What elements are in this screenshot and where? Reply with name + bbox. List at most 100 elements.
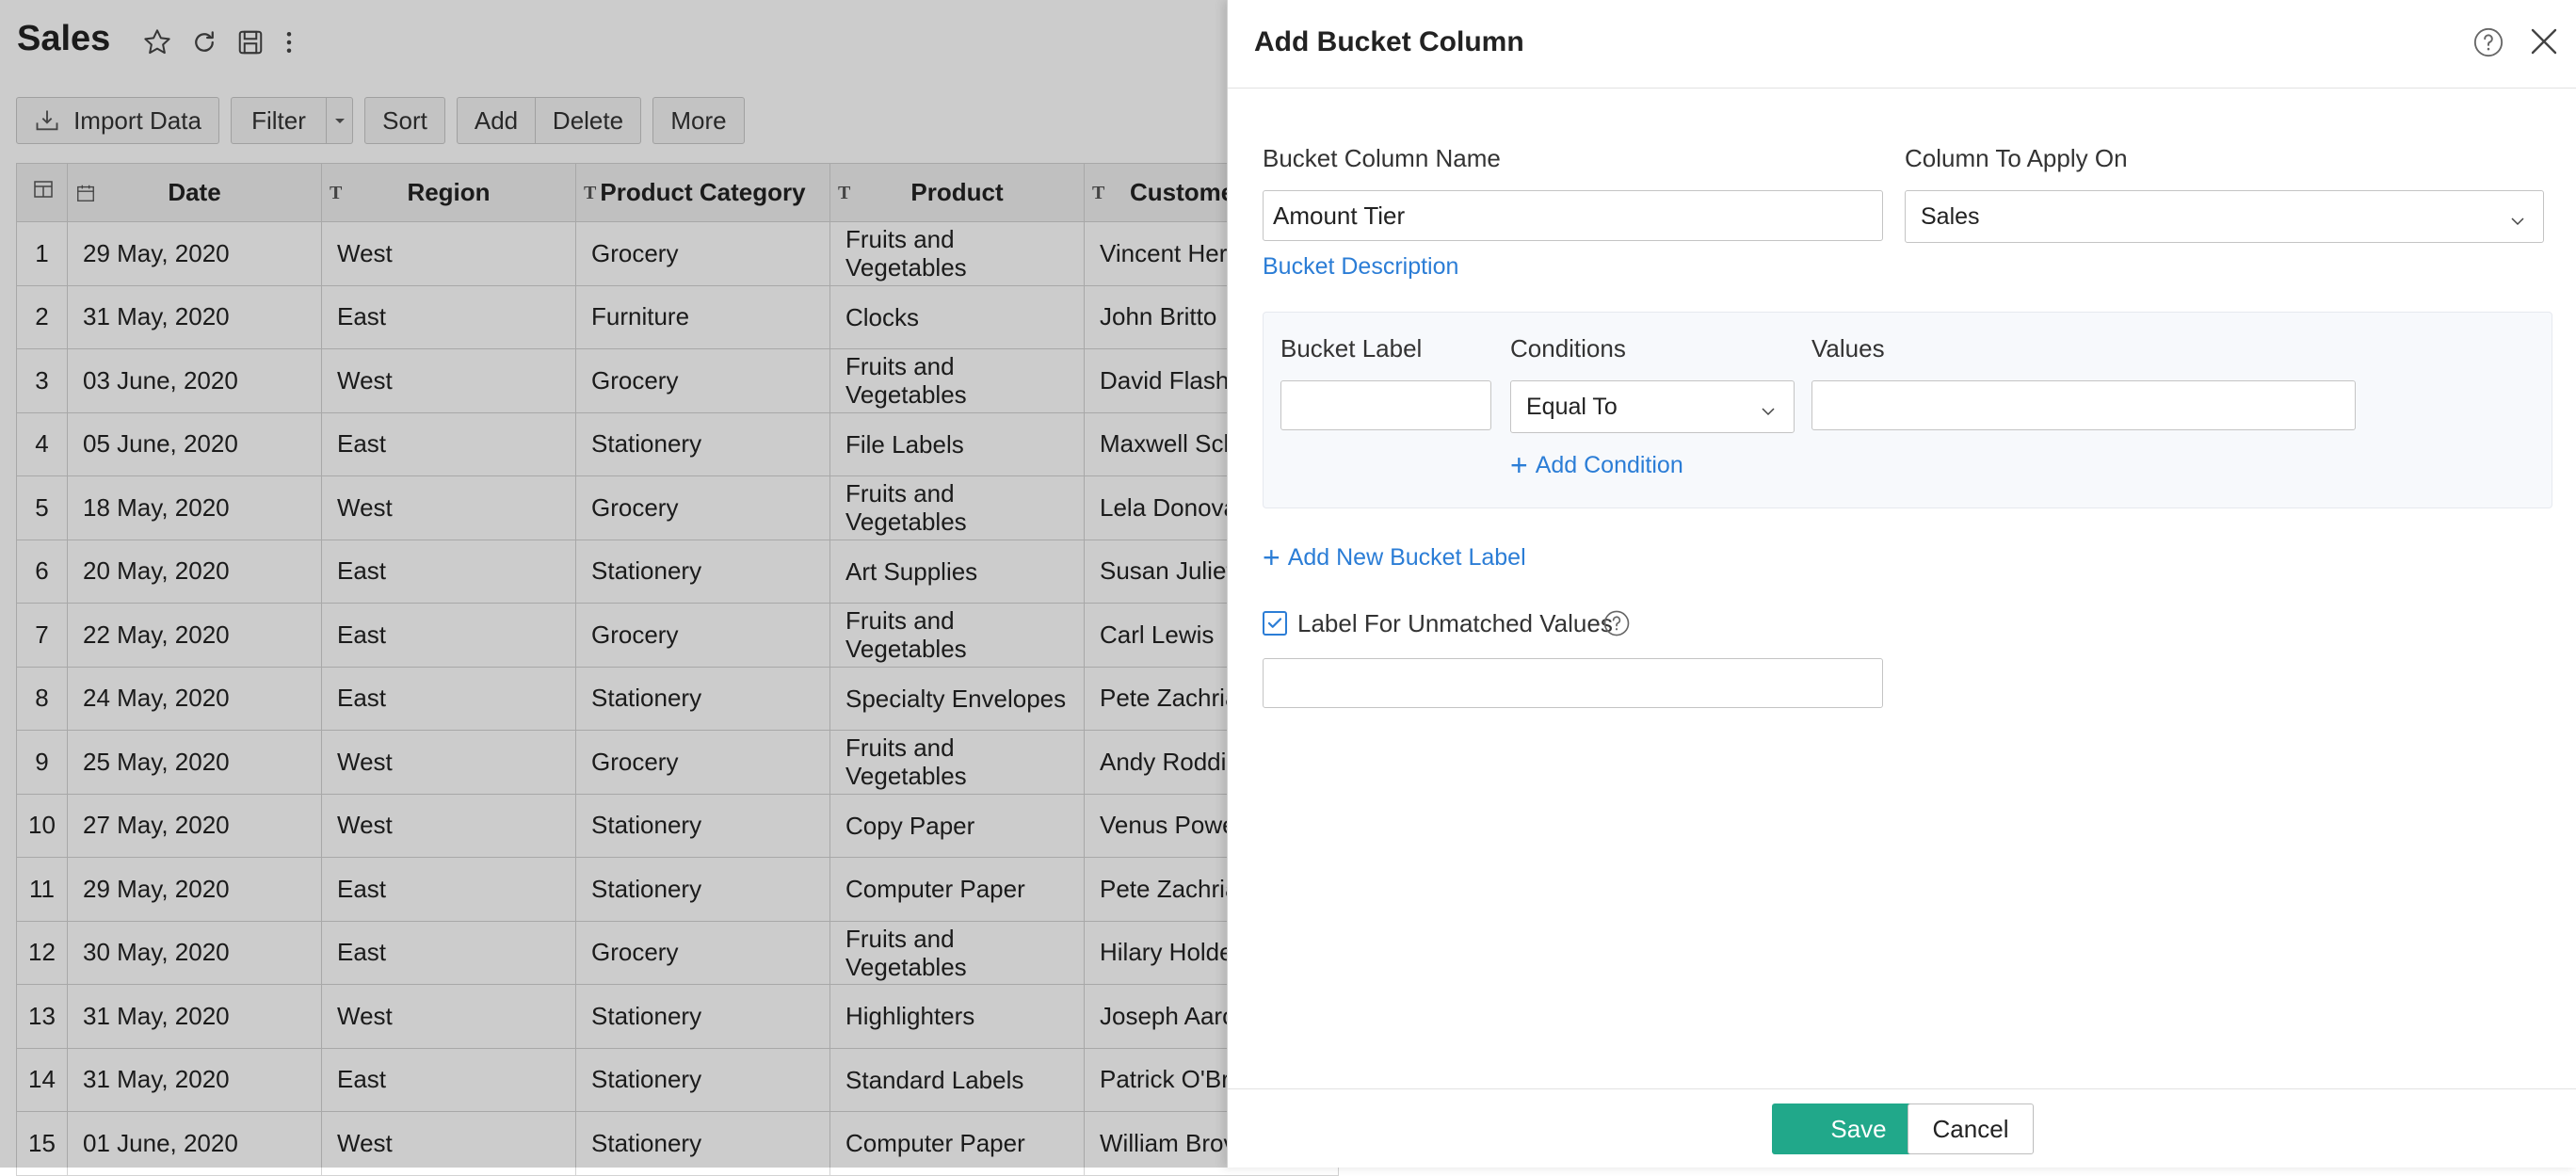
table-cell-category[interactable]: Grocery [575, 348, 830, 413]
row-number[interactable]: 2 [16, 284, 68, 349]
table-row[interactable]: 13 31 May, 2020 West Stationery Highlighters… [16, 984, 1339, 1049]
table-row[interactable]: 3 03 June, 2020 West Grocery Fruits and Vege… [16, 348, 1339, 413]
table-cell-date[interactable]: 25 May, 2020 [67, 730, 322, 795]
table-cell-product[interactable]: Highlighters [829, 984, 1085, 1049]
row-number[interactable]: 3 [16, 348, 68, 413]
table-cell-region[interactable]: West [321, 984, 576, 1049]
column-header-product-category[interactable]: T Product Category [575, 163, 830, 222]
table-row[interactable]: 9 25 May, 2020 West Grocery Fruits and Veget… [16, 730, 1339, 795]
table-cell-date[interactable]: 27 May, 2020 [67, 793, 322, 858]
column-header-product[interactable]: T Product [829, 163, 1085, 222]
table-cell-date[interactable]: 24 May, 2020 [67, 666, 322, 731]
table-cell-product[interactable]: Fruits and Vegetables [829, 920, 1085, 985]
column-header-date[interactable]: Date [67, 163, 322, 222]
table-cell-product[interactable]: Standard Labels [829, 1047, 1085, 1112]
table-cell-product[interactable]: Specialty Envelopes [829, 666, 1085, 731]
bucket-description-link[interactable]: Bucket Description [1263, 253, 1458, 281]
more-vertical-icon[interactable] [273, 26, 305, 58]
table-cell-region[interactable]: East [321, 666, 576, 731]
sort-button[interactable]: Sort [364, 97, 445, 144]
filter-dropdown-button[interactable] [327, 97, 353, 144]
row-number[interactable]: 5 [16, 475, 68, 540]
table-cell-region[interactable]: West [321, 730, 576, 795]
row-number[interactable]: 14 [16, 1047, 68, 1112]
column-to-apply-on-select[interactable]: Sales [1905, 190, 2544, 243]
table-cell-product[interactable]: Computer Paper [829, 1111, 1085, 1176]
table-cell-category[interactable]: Grocery [575, 221, 830, 286]
table-cell-region[interactable]: East [321, 1047, 576, 1112]
help-icon[interactable] [1602, 609, 1631, 637]
table-cell-product[interactable]: Art Supplies [829, 539, 1085, 604]
refresh-icon[interactable] [188, 26, 220, 58]
table-cell-product[interactable]: Fruits and Vegetables [829, 221, 1085, 286]
table-row[interactable]: 12 30 May, 2020 East Grocery Fruits and Vege… [16, 920, 1339, 985]
close-icon[interactable] [2527, 24, 2561, 58]
table-cell-product[interactable]: Copy Paper [829, 793, 1085, 858]
add-button[interactable]: Add [457, 97, 536, 144]
bucket-label-input[interactable] [1280, 380, 1491, 430]
table-cell-date[interactable]: 05 June, 2020 [67, 411, 322, 476]
table-cell-date[interactable]: 22 May, 2020 [67, 603, 322, 668]
table-cell-region[interactable]: West [321, 221, 576, 286]
table-cell-category[interactable]: Stationery [575, 411, 830, 476]
row-number[interactable]: 4 [16, 411, 68, 476]
table-cell-date[interactable]: 01 June, 2020 [67, 1111, 322, 1176]
more-button[interactable]: More [652, 97, 745, 144]
import-data-button[interactable]: Import Data [16, 97, 219, 144]
table-cell-product[interactable]: Clocks [829, 284, 1085, 349]
unmatched-values-input[interactable] [1263, 658, 1883, 708]
table-cell-region[interactable]: East [321, 603, 576, 668]
table-cell-region[interactable]: West [321, 475, 576, 540]
table-cell-category[interactable]: Stationery [575, 666, 830, 731]
row-number[interactable]: 10 [16, 793, 68, 858]
values-input[interactable] [1811, 380, 2356, 430]
table-cell-date[interactable]: 30 May, 2020 [67, 920, 322, 985]
table-row[interactable]: 7 22 May, 2020 East Grocery Fruits and Veget… [16, 603, 1339, 668]
row-number[interactable]: 11 [16, 857, 68, 922]
help-icon[interactable] [2472, 26, 2504, 58]
table-cell-category[interactable]: Grocery [575, 920, 830, 985]
table-cell-date[interactable]: 03 June, 2020 [67, 348, 322, 413]
table-cell-product[interactable]: File Labels [829, 411, 1085, 476]
column-header-region[interactable]: T Region [321, 163, 576, 222]
table-cell-category[interactable]: Stationery [575, 857, 830, 922]
table-cell-category[interactable]: Grocery [575, 603, 830, 668]
table-cell-region[interactable]: West [321, 348, 576, 413]
row-number[interactable]: 8 [16, 666, 68, 731]
add-condition-link[interactable]: + Add Condition [1510, 450, 1683, 480]
save-icon[interactable] [234, 26, 266, 58]
table-row[interactable]: 15 01 June, 2020 West Stationery Computer Pa… [16, 1111, 1339, 1176]
table-cell-category[interactable]: Stationery [575, 539, 830, 604]
table-cell-category[interactable]: Furniture [575, 284, 830, 349]
add-new-bucket-label-link[interactable]: + Add New Bucket Label [1263, 542, 1526, 572]
row-number[interactable]: 12 [16, 920, 68, 985]
table-cell-category[interactable]: Grocery [575, 475, 830, 540]
table-cell-date[interactable]: 18 May, 2020 [67, 475, 322, 540]
table-cell-region[interactable]: East [321, 539, 576, 604]
table-row[interactable]: 4 05 June, 2020 East Stationery File Labels M… [16, 411, 1339, 476]
table-cell-category[interactable]: Stationery [575, 793, 830, 858]
table-cell-category[interactable]: Stationery [575, 1111, 830, 1176]
table-row[interactable]: 5 18 May, 2020 West Grocery Fruits and Veget… [16, 475, 1339, 540]
unmatched-values-checkbox[interactable] [1263, 611, 1287, 636]
table-cell-date[interactable]: 31 May, 2020 [67, 284, 322, 349]
table-cell-region[interactable]: West [321, 1111, 576, 1176]
table-cell-product[interactable]: Fruits and Vegetables [829, 730, 1085, 795]
row-select-header[interactable] [16, 163, 68, 222]
table-row[interactable]: 6 20 May, 2020 East Stationery Art Supplies S… [16, 539, 1339, 604]
cancel-button[interactable]: Cancel [1908, 1104, 2034, 1154]
condition-select[interactable]: Equal To [1510, 380, 1795, 433]
table-cell-date[interactable]: 29 May, 2020 [67, 221, 322, 286]
star-icon[interactable] [141, 26, 173, 58]
table-cell-date[interactable]: 20 May, 2020 [67, 539, 322, 604]
table-cell-date[interactable]: 29 May, 2020 [67, 857, 322, 922]
table-cell-product[interactable]: Fruits and Vegetables [829, 603, 1085, 668]
table-cell-region[interactable]: West [321, 793, 576, 858]
table-row[interactable]: 2 31 May, 2020 East Furniture Clocks John Bri… [16, 284, 1339, 349]
table-cell-region[interactable]: East [321, 411, 576, 476]
row-number[interactable]: 13 [16, 984, 68, 1049]
delete-button[interactable]: Delete [536, 97, 641, 144]
table-cell-category[interactable]: Grocery [575, 730, 830, 795]
row-number[interactable]: 6 [16, 539, 68, 604]
table-row[interactable]: 10 27 May, 2020 West Stationery Copy Paper Ve… [16, 793, 1339, 858]
